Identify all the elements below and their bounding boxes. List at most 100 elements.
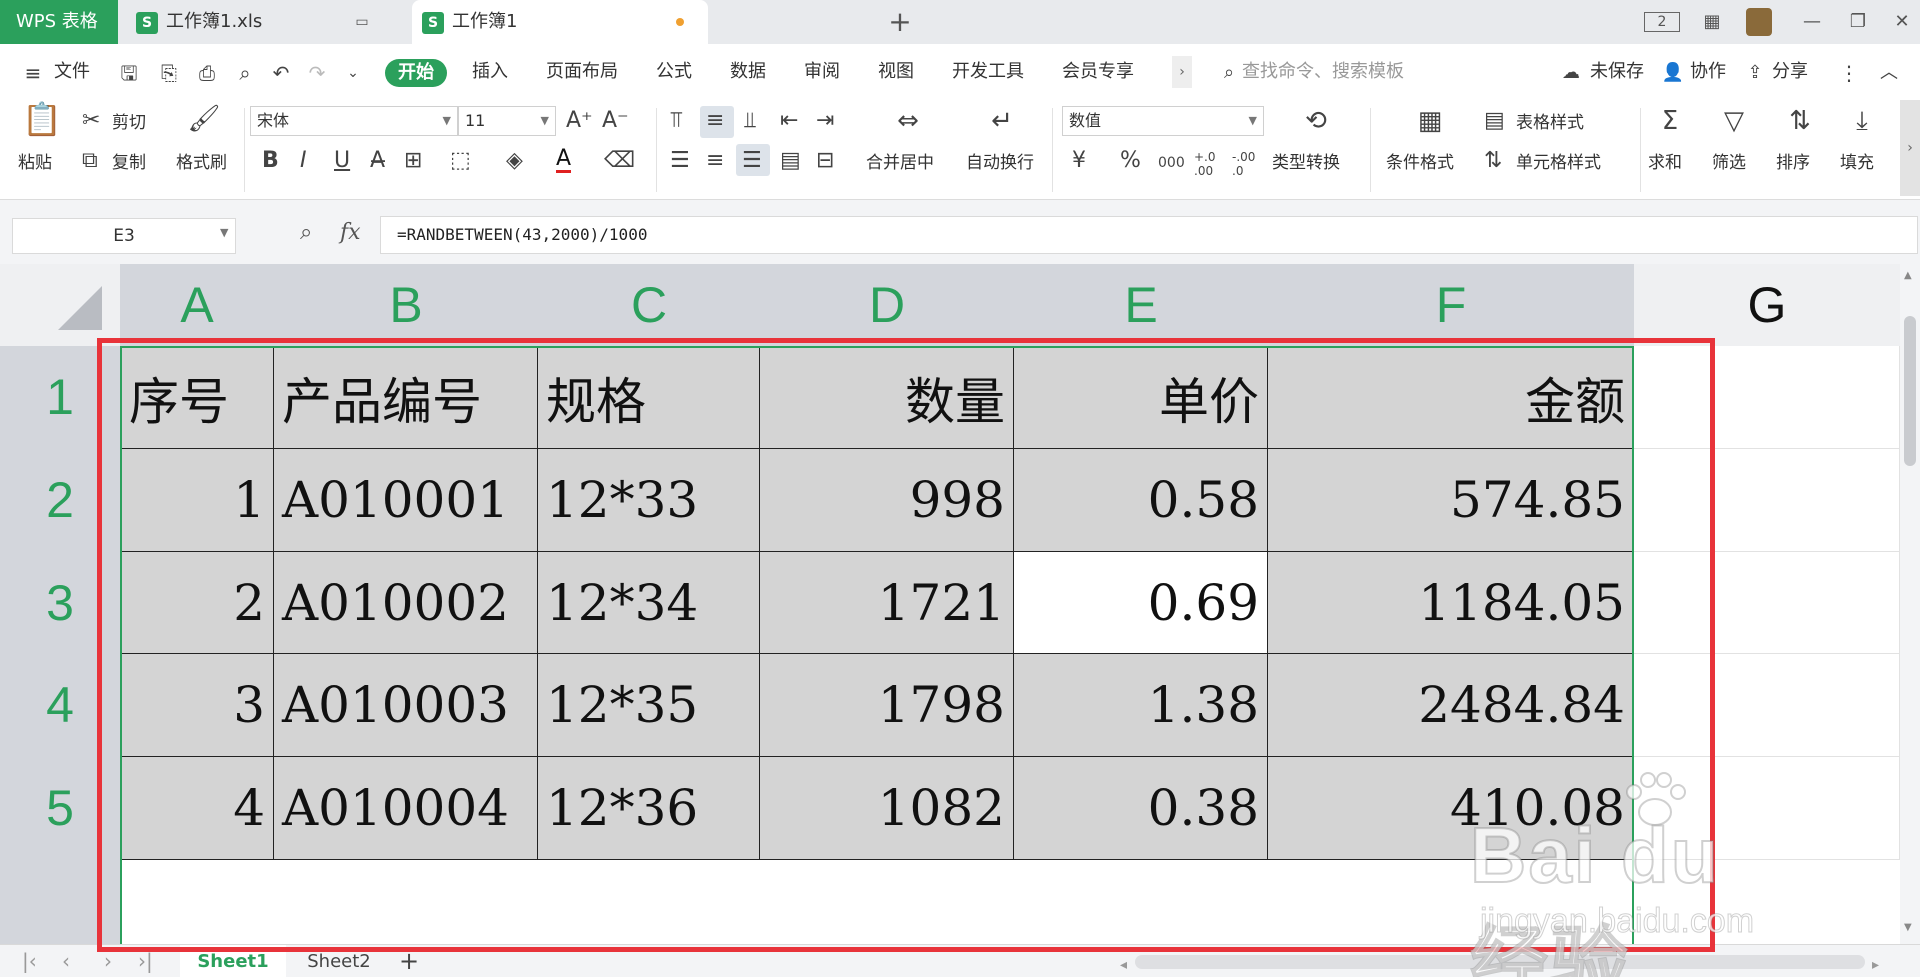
more-options-icon[interactable]: ⋮ — [1836, 60, 1862, 86]
row-header-1[interactable]: 1 — [0, 346, 120, 449]
cell-g1[interactable] — [1634, 346, 1900, 449]
print-preview-icon[interactable]: ⌕ — [232, 60, 258, 86]
cell-c5[interactable]: 12*36 — [538, 757, 760, 860]
share-button[interactable]: 分享 — [1772, 60, 1808, 84]
decrease-decimal-icon[interactable]: -.00 .0 — [1232, 150, 1262, 178]
menu-view[interactable]: 视图 — [878, 60, 914, 84]
redo-icon[interactable]: ↷ — [304, 60, 330, 86]
cell-style-icon[interactable]: ⬚ — [450, 148, 471, 174]
column-header-e[interactable]: E — [1014, 264, 1268, 346]
cell-b3[interactable]: A010002 — [274, 552, 538, 654]
cell-f4[interactable]: 2484.84 — [1268, 654, 1634, 757]
undo-icon[interactable]: ↶ — [268, 60, 294, 86]
minimize-icon[interactable]: — — [1800, 10, 1824, 34]
cell-g5[interactable] — [1634, 757, 1900, 860]
window-layout-icon[interactable]: 2 — [1644, 12, 1680, 32]
font-color-icon[interactable]: A — [556, 148, 572, 173]
sum-button[interactable]: 求和 — [1648, 152, 1682, 174]
justify-icon[interactable]: ▤ — [780, 148, 801, 174]
chevron-down-icon[interactable]: ⌄ — [340, 60, 366, 86]
avatar[interactable] — [1746, 8, 1772, 36]
merge-center-button[interactable]: 合并居中 — [866, 152, 934, 174]
sort-button[interactable]: 排序 — [1776, 152, 1810, 174]
vertical-scroll-thumb[interactable] — [1904, 316, 1916, 466]
save-icon[interactable]: 🖫 — [116, 60, 142, 86]
name-box[interactable]: E3 — [12, 218, 236, 254]
paste-icon[interactable]: 📋 — [22, 103, 62, 135]
prev-sheet-icon[interactable]: ‹ — [62, 949, 70, 973]
column-header-f[interactable]: F — [1268, 264, 1634, 346]
collab-button[interactable]: 协作 — [1690, 60, 1726, 84]
cell-g3[interactable] — [1634, 552, 1900, 654]
align-top-icon[interactable]: ⫪ — [670, 108, 682, 134]
percent-icon[interactable]: % — [1120, 148, 1141, 174]
new-tab-button[interactable]: + — [888, 8, 912, 36]
filter-button[interactable]: 筛选 — [1712, 152, 1746, 174]
header-cell-e[interactable]: 单价 — [1014, 346, 1268, 449]
format-painter-button[interactable]: 格式刷 — [176, 152, 227, 174]
cell-e2[interactable]: 0.58 — [1014, 449, 1268, 552]
close-icon[interactable]: ✕ — [1890, 10, 1914, 34]
align-bottom-icon[interactable]: ⫫ — [744, 108, 756, 134]
scroll-up-icon[interactable]: ▲ — [1904, 270, 1912, 281]
ribbon-scroll-right-icon[interactable]: › — [1900, 100, 1920, 196]
wps-home-tab[interactable]: WPS 表格 — [0, 0, 118, 44]
horizontal-scrollbar[interactable] — [1135, 955, 1865, 969]
row-header-4[interactable]: 4 — [0, 654, 120, 757]
cell-g4[interactable] — [1634, 654, 1900, 757]
fill-color-icon[interactable]: ◈ — [506, 148, 523, 174]
menu-page-layout[interactable]: 页面布局 — [546, 60, 618, 84]
print-icon[interactable]: ⎙ — [194, 60, 220, 86]
cell-b5[interactable]: A010004 — [274, 757, 538, 860]
type-convert-button[interactable]: 类型转换 — [1272, 152, 1340, 174]
cell-b4[interactable]: A010003 — [274, 654, 538, 757]
select-all-corner[interactable] — [0, 264, 120, 346]
hamburger-icon[interactable]: ≡ — [20, 60, 46, 86]
column-header-a[interactable]: A — [120, 264, 274, 346]
number-format-select[interactable]: 数值 ▼ — [1062, 106, 1264, 136]
header-cell-c[interactable]: 规格 — [538, 346, 760, 449]
next-sheet-icon[interactable]: › — [104, 949, 112, 973]
menu-insert[interactable]: 插入 — [472, 60, 508, 84]
align-left-icon[interactable]: ☰ — [670, 148, 690, 174]
cell-f3[interactable]: 1184.05 — [1268, 552, 1634, 654]
cell-e3[interactable]: 0.69 — [1014, 552, 1268, 654]
column-header-c[interactable]: C — [538, 264, 760, 346]
row-header-3[interactable]: 3 — [0, 552, 120, 654]
header-cell-d[interactable]: 数量 — [760, 346, 1014, 449]
command-search-input[interactable]: 查找命令、搜索模板 — [1242, 60, 1404, 84]
cell-f2[interactable]: 574.85 — [1268, 449, 1634, 552]
cell-b2[interactable]: A010001 — [274, 449, 538, 552]
tab-workbook-active[interactable]: S 工作簿1 — [412, 0, 708, 44]
cell-d5[interactable]: 1082 — [760, 757, 1014, 860]
first-sheet-icon[interactable]: |‹ — [22, 949, 37, 973]
apps-grid-icon[interactable]: ▦ — [1700, 10, 1724, 34]
menu-formula[interactable]: 公式 — [656, 60, 692, 84]
last-sheet-icon[interactable]: ›| — [138, 949, 153, 973]
font-shrink-icon[interactable]: A⁻ — [602, 108, 629, 134]
cell-d4[interactable]: 1798 — [760, 654, 1014, 757]
menu-file[interactable]: 文件 — [54, 60, 90, 84]
column-header-b[interactable]: B — [274, 264, 538, 346]
row-header-2[interactable]: 2 — [0, 449, 120, 552]
collapse-ribbon-icon[interactable]: ︿ — [1876, 60, 1902, 86]
chevron-down-icon[interactable]: ▼ — [220, 226, 228, 239]
cut-button[interactable]: 剪切 — [112, 112, 146, 134]
borders-icon[interactable]: ⊞ — [404, 148, 422, 174]
header-cell-f[interactable]: 金额 — [1268, 346, 1634, 449]
menu-member[interactable]: 会员专享 — [1062, 60, 1134, 84]
fill-button[interactable]: 填充 — [1840, 152, 1874, 174]
font-name-select[interactable]: 宋体 ▼ — [250, 106, 458, 136]
cell-a4[interactable]: 3 — [120, 654, 274, 757]
increase-decimal-icon[interactable]: +.0 .00 — [1194, 150, 1224, 178]
table-style-button[interactable]: 表格样式 — [1516, 112, 1584, 134]
wrap-text-button[interactable]: 自动换行 — [966, 152, 1034, 174]
spreadsheet-grid[interactable]: ABCDEFG 12345 序号 产品编号 规格 数量 单价 金额 1 A010001 12*3… — [0, 264, 1900, 944]
sheet-tab-sheet1[interactable]: Sheet1 — [180, 945, 286, 977]
font-grow-icon[interactable]: A⁺ — [566, 108, 593, 134]
menu-more-chevron-icon[interactable]: › — [1172, 56, 1192, 88]
align-middle-icon[interactable]: ≡ — [706, 108, 724, 134]
fx-icon[interactable]: fx — [340, 220, 361, 245]
header-cell-b[interactable]: 产品编号 — [274, 346, 538, 449]
cell-style-button[interactable]: 单元格样式 — [1516, 152, 1601, 174]
